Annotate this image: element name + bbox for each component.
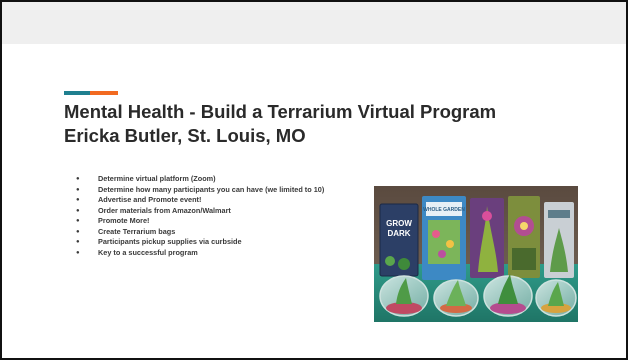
slide: Mental Health - Build a Terrarium Virtua… <box>0 0 628 360</box>
accent-orange-segment <box>90 91 118 95</box>
terrarium-4 <box>535 279 577 317</box>
book-cover-text-whole-garden: WHOLE GARDEN <box>423 207 465 213</box>
bullet-item: Determine virtual platform (Zoom) <box>76 174 376 185</box>
bullet-item: Key to a successful program <box>76 248 376 259</box>
bullet-item: Participants pickup supplies via curbsid… <box>76 237 376 248</box>
bullet-item: Order materials from Amazon/Walmart <box>76 206 376 217</box>
slide-title-line-1: Mental Health - Build a Terrarium Virtua… <box>64 101 497 122</box>
book-cover-text-grow: GROW <box>386 219 412 228</box>
book-grow-in-dark: GROW DARK <box>379 203 419 277</box>
book-grey-cover <box>544 202 574 278</box>
slide-title: Mental Health - Build a Terrarium Virtua… <box>64 100 584 148</box>
bullet-item: Promote More! <box>76 216 376 227</box>
terrarium-1 <box>379 275 429 317</box>
bullet-item: Determine how many participants you can … <box>76 185 376 196</box>
bullet-item: Advertise and Promote event! <box>76 195 376 206</box>
book-cover-text-dark: DARK <box>387 229 410 238</box>
slide-title-line-2: Ericka Butler, St. Louis, MO <box>64 125 306 146</box>
book-green-cover <box>508 196 540 278</box>
terrarium-books-photo: GROW DARK WHOLE GARDEN <box>374 186 578 322</box>
title-accent-bar <box>64 91 118 95</box>
bullet-list: Determine virtual platform (Zoom) Determ… <box>76 174 376 258</box>
accent-teal-segment <box>64 91 90 95</box>
bullet-item: Create Terrarium bags <box>76 227 376 238</box>
book-plant-cover <box>470 198 504 278</box>
terrarium-2 <box>433 279 479 317</box>
header-band <box>2 2 626 44</box>
book-whole-garden: WHOLE GARDEN <box>422 196 466 280</box>
